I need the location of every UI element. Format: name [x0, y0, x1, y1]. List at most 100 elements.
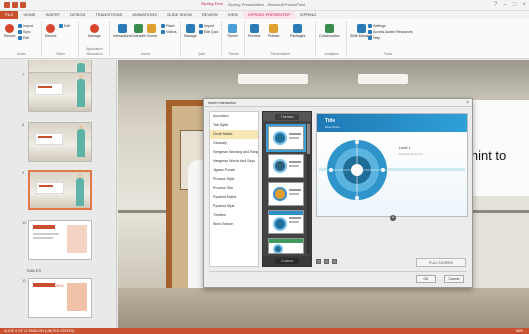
- ribbon-group-audio: Record Import Sync Edit Audio: [2, 21, 42, 57]
- access-adobe-resources-button[interactable]: Access Adobe Resources: [368, 30, 413, 34]
- tab-review[interactable]: REVIEW: [197, 11, 223, 19]
- list-item[interactable]: Tab Styler: [210, 121, 258, 130]
- list-item[interactable]: Pyramid Style: [210, 202, 258, 211]
- list-item[interactable]: Process Title: [210, 184, 258, 193]
- save-icon[interactable]: [4, 2, 10, 8]
- help-icon: [368, 36, 372, 40]
- theme-thumbnail[interactable]: [268, 238, 304, 254]
- themes-tab[interactable]: Themes: [274, 113, 300, 120]
- edit-icon: [59, 24, 63, 28]
- list-item[interactable]: Pyramid Matrix: [210, 193, 258, 202]
- import-audio-button[interactable]: Import: [18, 24, 33, 28]
- tab-insert[interactable]: INSERT: [40, 11, 65, 19]
- theme-thumbnail[interactable]: [268, 210, 304, 234]
- ceiling-light: [358, 74, 408, 84]
- videos-button[interactable]: Videos: [161, 30, 177, 34]
- divider: [209, 271, 467, 272]
- maximize-icon[interactable]: □: [513, 1, 517, 9]
- list-item[interactable]: Process Style: [210, 175, 258, 184]
- preview-icon: [249, 24, 259, 33]
- flash-button[interactable]: Flash: [161, 24, 175, 28]
- sync-audio-button[interactable]: Sync: [18, 30, 31, 34]
- quiz-icon: [185, 24, 195, 33]
- theme-icon: [227, 24, 237, 33]
- settings-button[interactable]: Settings: [368, 24, 386, 28]
- ribbon: Record Import Sync Edit Audio Record Edi…: [0, 19, 529, 59]
- manage-button[interactable]: Manage: [88, 24, 101, 38]
- tab-ispring[interactable]: iSPRING: [295, 11, 321, 19]
- preview-add-icon[interactable]: +: [390, 215, 396, 221]
- close-icon[interactable]: ×: [466, 99, 469, 107]
- zoom-level[interactable]: 68%: [516, 328, 523, 334]
- custom-tab[interactable]: Custom: [274, 258, 300, 264]
- microphone-icon: [5, 24, 15, 33]
- edit-icon: [18, 36, 22, 40]
- play-icon[interactable]: [316, 259, 321, 264]
- help-button[interactable]: Help: [368, 36, 380, 40]
- publish-button[interactable]: Publish: [268, 24, 279, 38]
- preview-description: Description: [325, 125, 341, 129]
- tab-file[interactable]: FILE: [0, 11, 19, 19]
- doctor-figure: [76, 178, 84, 206]
- character-button[interactable]: Character: [131, 24, 146, 38]
- ok-button[interactable]: OK: [416, 275, 436, 283]
- packages-button[interactable]: Packages: [290, 24, 305, 38]
- edit-video-button[interactable]: Edit: [59, 24, 70, 28]
- record-audio-button[interactable]: Record: [4, 24, 15, 38]
- section-label[interactable]: TABLES: [26, 268, 41, 273]
- import-quiz-button[interactable]: Import: [199, 24, 214, 28]
- gallery-scrollbar[interactable]: [307, 124, 310, 254]
- tab-transitions[interactable]: TRANSITIONS: [90, 11, 127, 19]
- collaboration-button[interactable]: Collaboration: [319, 24, 340, 38]
- sync-icon: [18, 30, 22, 34]
- list-item[interactable]: Hangman Wording And Range: [210, 148, 258, 157]
- slide-thumbnail-panel[interactable]: 7 8 9 10 TABLES 11 PowerPoint 2013: [0, 60, 117, 328]
- list-item[interactable]: Jigsaw Puzzle: [210, 166, 258, 175]
- preview-controls: [316, 259, 337, 264]
- full-screen-button[interactable]: FULL SCREEN: [416, 258, 466, 267]
- close-icon[interactable]: ×: [522, 1, 526, 9]
- dialog-title-bar[interactable]: Insert Interaction ×: [204, 99, 472, 107]
- settings-icon[interactable]: [332, 259, 337, 264]
- slide-thumbnail[interactable]: [28, 220, 92, 260]
- help-icon[interactable]: ?: [494, 1, 497, 9]
- edit-audio-button[interactable]: Edit: [18, 36, 29, 40]
- list-item[interactable]: Glossary: [210, 139, 258, 148]
- list-item[interactable]: Timeline: [210, 211, 258, 220]
- scene-button[interactable]: Scene: [147, 24, 157, 38]
- edit-quiz-button[interactable]: Edit Quiz: [199, 30, 218, 34]
- theme-thumbnail[interactable]: [268, 154, 304, 178]
- redo-icon[interactable]: [20, 2, 26, 8]
- interactions-button[interactable]: Interactions: [113, 24, 131, 38]
- slide-thumbnail[interactable]: [28, 122, 92, 162]
- theme-thumbnail[interactable]: [268, 182, 304, 206]
- tab-ispring-presenter[interactable]: ISPRING PRESENTER: [243, 11, 296, 19]
- title-bar: iSpring Free iSpring Presentation - Micr…: [0, 0, 529, 11]
- cancel-button[interactable]: Cancel: [444, 275, 464, 283]
- list-item[interactable]: Hangman Words And Sayz: [210, 157, 258, 166]
- theme-button[interactable]: Theme: [227, 24, 238, 38]
- slide-number: 10: [22, 220, 27, 225]
- slide-thumbnail[interactable]: PowerPoint 2013: [28, 278, 92, 318]
- slide-thumbnail-selected[interactable]: [28, 170, 92, 210]
- edit-icon[interactable]: [324, 259, 329, 264]
- tab-design[interactable]: DESIGN: [65, 11, 90, 19]
- camera-icon: [46, 24, 56, 33]
- slide-number: 8: [22, 122, 25, 127]
- tab-slide-show[interactable]: SLIDE SHOW: [162, 11, 197, 19]
- tab-view[interactable]: VIEW: [223, 11, 243, 19]
- minimize-icon[interactable]: –: [504, 1, 507, 9]
- manage-quiz-button[interactable]: Manage: [184, 24, 197, 38]
- doctor-figure: [77, 129, 85, 157]
- list-item[interactable]: Accordion: [210, 112, 258, 121]
- record-video-button[interactable]: Record: [45, 24, 56, 38]
- slide-thumbnail[interactable]: [28, 72, 92, 112]
- flash-icon: [161, 24, 165, 28]
- list-item[interactable]: Word Search: [210, 220, 258, 229]
- list-item-selected[interactable]: Circle Matrix: [210, 130, 258, 139]
- tab-animations[interactable]: ANIMATIONS: [127, 11, 162, 19]
- undo-icon[interactable]: [12, 2, 18, 8]
- preview-button[interactable]: Preview: [248, 24, 260, 38]
- tab-home[interactable]: HOME: [18, 11, 40, 19]
- theme-thumbnail-selected[interactable]: [266, 124, 306, 152]
